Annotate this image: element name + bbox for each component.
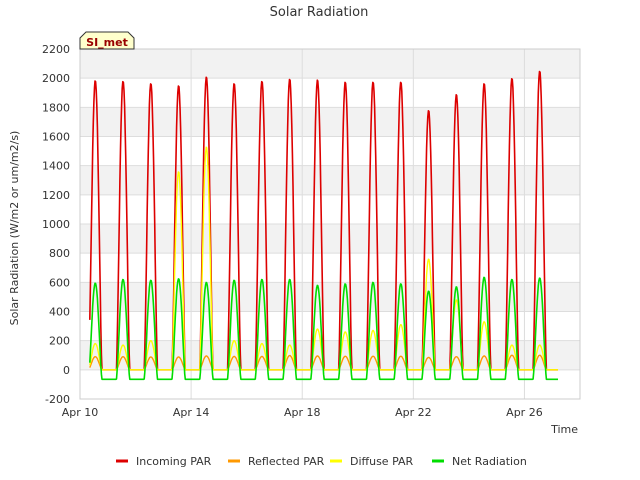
y-tick-label: 1000 [42, 218, 70, 231]
site-badge: SI_met [79, 31, 135, 50]
y-tick-label: -200 [45, 393, 70, 406]
plot-band [80, 49, 580, 79]
y-axis: -200 0 200 400 600 800 1000 1200 1400 1600 1800 200… [42, 43, 70, 406]
legend-label: Net Radiation [452, 455, 527, 468]
y-tick-label: 0 [63, 364, 70, 377]
plot-band [80, 78, 580, 108]
y-tick-label: 400 [49, 306, 70, 319]
badge-label: SI_met [86, 36, 128, 49]
solar-radiation-chart: Solar Radiation -200 0 200 400 600 800 1000 120… [8, 5, 581, 468]
x-tick-label: Apr 10 [62, 406, 99, 419]
legend-item-incoming-par: Incoming PAR [116, 455, 212, 468]
legend-label: Reflected PAR [248, 455, 325, 468]
legend-item-reflected-par: Reflected PAR [228, 455, 325, 468]
x-tick-label: Apr 22 [395, 406, 432, 419]
y-tick-label: 800 [49, 247, 70, 260]
x-tick-label: Apr 14 [173, 406, 210, 419]
y-axis-label: Solar Radiation (W/m2 or um/m2/s) [8, 131, 21, 326]
legend-item-net-radiation: Net Radiation [432, 455, 527, 468]
legend-label: Diffuse PAR [350, 455, 414, 468]
y-tick-label: 1800 [42, 101, 70, 114]
chart-title: Solar Radiation [270, 5, 369, 20]
y-tick-label: 1200 [42, 189, 70, 202]
legend-item-diffuse-par: Diffuse PAR [330, 455, 414, 468]
y-tick-label: 1600 [42, 131, 70, 144]
legend: Incoming PAR Reflected PAR Diffuse PAR Net … [116, 455, 527, 468]
y-tick-label: 2000 [42, 72, 70, 85]
y-tick-label: 1400 [42, 160, 70, 173]
x-tick-label: Apr 18 [284, 406, 321, 419]
y-tick-label: 600 [49, 276, 70, 289]
plot-band [80, 136, 580, 166]
x-tick-label: Apr 26 [506, 406, 543, 419]
plot-band [80, 107, 580, 137]
legend-label: Incoming PAR [136, 455, 212, 468]
y-tick-label: 200 [49, 335, 70, 348]
y-tick-label: 2200 [42, 43, 70, 56]
plot-band [80, 165, 580, 195]
x-axis-label: Time [550, 423, 578, 436]
x-axis: Apr 10 Apr 14 Apr 18 Apr 22 Apr 26 [62, 406, 543, 419]
